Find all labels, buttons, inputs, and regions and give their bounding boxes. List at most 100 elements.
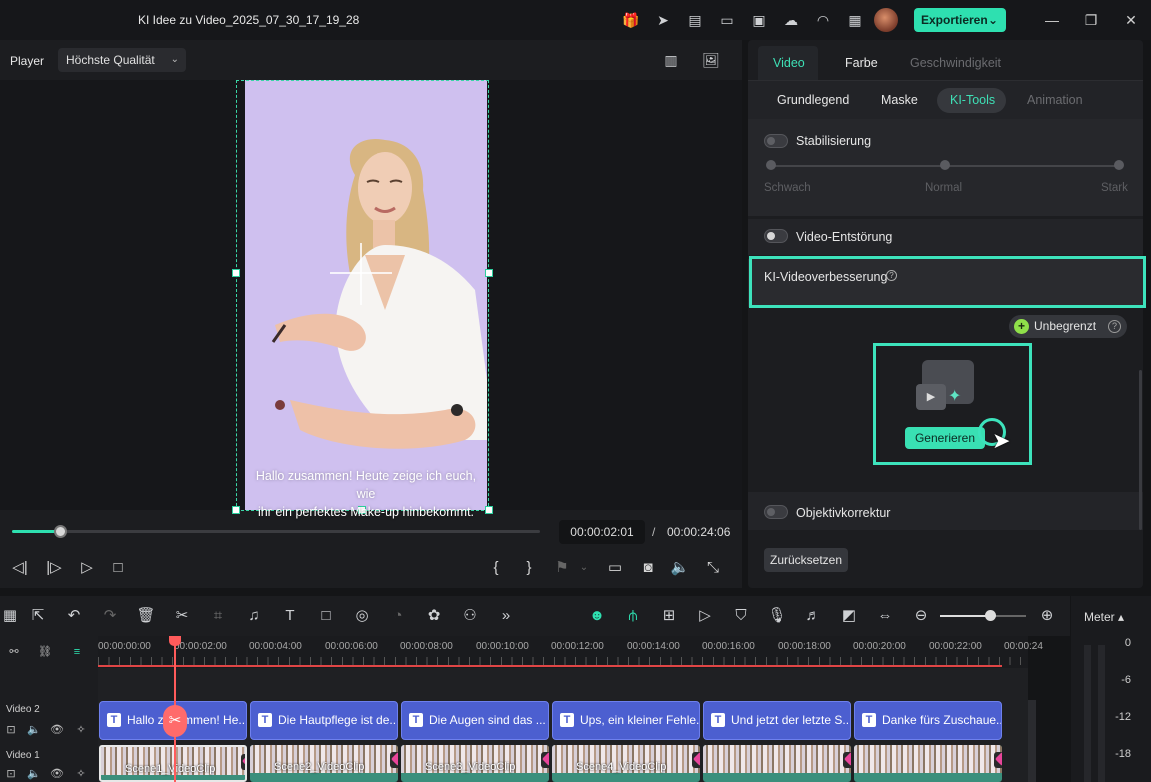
avatar[interactable] [874, 8, 898, 32]
speed-ramp-icon[interactable]: ◩ [839, 606, 859, 626]
cut-icon[interactable]: ✂ [172, 606, 192, 626]
meter-dropdown[interactable]: Meter ▴ [1084, 610, 1124, 624]
stop-icon[interactable]: □ [108, 558, 128, 578]
play-icon[interactable]: ▷ [77, 558, 97, 578]
shape-icon[interactable]: □ [316, 606, 336, 626]
speaker-icon[interactable]: 🔈 [27, 723, 41, 737]
gift-icon[interactable]: 🎁 [622, 11, 640, 29]
resize-handle-bottom-left[interactable] [232, 506, 240, 514]
playhead-handle[interactable] [169, 636, 181, 646]
cloud-icon[interactable]: ☁ [782, 11, 800, 29]
zoom-out-icon[interactable]: ⊖ [911, 606, 931, 626]
quality-select[interactable]: Höchste Qualität ⌄ [58, 48, 186, 72]
fullscreen-icon[interactable]: ⤡ [703, 558, 723, 578]
ai-assistant-icon[interactable]: ☻ [587, 606, 607, 626]
crop-icon[interactable]: ⌗ [208, 606, 228, 626]
resize-handle-right[interactable] [485, 269, 493, 277]
tab-video[interactable]: Video [773, 55, 805, 71]
slider-dot-weak[interactable] [766, 160, 776, 170]
title-clip[interactable]: T Danke fürs Zuschaue... [854, 701, 1002, 740]
next-frame-icon[interactable]: |▷ [44, 558, 64, 578]
shield-icon[interactable]: ⛉ [731, 606, 751, 626]
help-icon[interactable]: ? [1108, 320, 1121, 333]
video-clip[interactable]: Scene1_VideoClip [99, 745, 247, 782]
progress-track[interactable] [12, 530, 540, 533]
eye-icon[interactable]: 👁 [50, 723, 64, 737]
tab-farbe[interactable]: Farbe [845, 55, 878, 71]
headset-icon[interactable]: ◠ [814, 11, 832, 29]
ai-tools-icon[interactable]: ⚇ [460, 606, 480, 626]
tab-geschwindigkeit[interactable]: Geschwindigkeit [910, 55, 1001, 71]
music-list-icon[interactable]: ♬ [803, 606, 823, 626]
slider-dot-strong[interactable] [1114, 160, 1124, 170]
subtab-ki-tools[interactable]: KI-Tools [950, 93, 995, 107]
subtab-grundlegend[interactable]: Grundlegend [777, 93, 849, 107]
properties-scrollbar[interactable] [1139, 370, 1142, 530]
objektiv-toggle[interactable] [764, 505, 788, 519]
color-icon[interactable]: ✿ [424, 606, 444, 626]
title-clip[interactable]: T Die Hautpflege ist de... [250, 701, 398, 740]
title-clip[interactable]: T Und jetzt der letzte S... [703, 701, 851, 740]
slider-dot-normal[interactable] [940, 160, 950, 170]
folder-icon[interactable]: ⊡ [4, 723, 18, 737]
speed-icon[interactable]: ◔ [388, 606, 408, 626]
select-tool-icon[interactable]: ⇱ [28, 606, 48, 626]
export-button[interactable]: Exportieren ⌄ [914, 8, 1006, 32]
subtab-animation[interactable]: Animation [1027, 93, 1083, 107]
reset-button[interactable]: Zurücksetzen [764, 548, 848, 572]
maximize-icon[interactable]: ❐ [1081, 10, 1101, 30]
save-icon[interactable]: ▣ [750, 11, 768, 29]
timeline-scrollbar[interactable] [1028, 700, 1036, 782]
stabilisierung-toggle[interactable] [764, 134, 788, 148]
subtab-maske[interactable]: Maske [881, 93, 918, 107]
title-clip[interactable]: T Die Augen sind das ... [401, 701, 549, 740]
progress-knob[interactable] [53, 525, 67, 538]
eye-icon[interactable]: 👁 [50, 767, 64, 781]
layout-icon[interactable]: ▭ [718, 11, 736, 29]
effects-icon[interactable]: ✧ [74, 723, 88, 737]
volume-icon[interactable]: 🔈 [670, 558, 690, 578]
close-icon[interactable]: ✕ [1121, 10, 1141, 30]
entstoerung-toggle[interactable] [764, 229, 788, 243]
video-clip[interactable] [854, 745, 1002, 782]
scissors-icon[interactable]: ✂ [163, 705, 187, 737]
image-icon[interactable]: 🖼 [702, 51, 720, 69]
selection-box[interactable] [236, 80, 489, 511]
ai-mask-icon[interactable]: ◎ [352, 606, 372, 626]
resize-handle-left[interactable] [232, 269, 240, 277]
minimize-icon[interactable]: — [1042, 10, 1062, 30]
track-settings-icon[interactable]: ≡ [70, 645, 84, 659]
send-icon[interactable]: ➤ [654, 11, 672, 29]
zoom-in-icon[interactable]: ⊕ [1037, 606, 1057, 626]
add-track-icon[interactable]: ⊞ [659, 606, 679, 626]
subtitle-text[interactable]: Hallo zusammen! Heute zeige ich euch, wi… [246, 467, 486, 521]
link-icon[interactable]: ⛓ [38, 645, 52, 659]
redo-icon[interactable]: ↷ [100, 606, 120, 626]
resize-handle-bottom-right[interactable] [485, 506, 493, 514]
display-icon[interactable]: ▭ [605, 558, 625, 578]
video-clip[interactable]: Scene2_VideoClip [250, 745, 398, 782]
unlimited-badge[interactable]: + Unbegrenzt ? [1009, 315, 1127, 338]
speaker-icon[interactable]: 🔈 [27, 767, 41, 781]
video-clip[interactable]: Scene4_VideoClip [552, 745, 700, 782]
mark-out-icon[interactable]: } [519, 558, 539, 578]
undo-icon[interactable]: ↶ [64, 606, 84, 626]
generate-button[interactable]: Generieren [905, 427, 985, 449]
fit-icon[interactable]: ⇔ [875, 606, 895, 626]
mark-in-icon[interactable]: { [486, 558, 506, 578]
template-icon[interactable]: ▤ [686, 11, 704, 29]
audio-icon[interactable]: ♫ [244, 606, 264, 626]
render-icon[interactable]: ▷ [695, 606, 715, 626]
split-icon[interactable]: ⫛ [623, 606, 643, 626]
unlink-icon[interactable]: ⚯ [7, 645, 21, 659]
effects-icon[interactable]: ✧ [74, 767, 88, 781]
text-tool-icon[interactable]: T [280, 606, 300, 626]
more-icon[interactable]: » [496, 606, 516, 626]
prev-frame-icon[interactable]: ◁| [10, 558, 30, 578]
layout-grid-icon[interactable]: ▦ [0, 606, 20, 626]
video-clip[interactable] [703, 745, 851, 782]
video-clip[interactable]: Scene3_VideoClip [401, 745, 549, 782]
delete-icon[interactable]: 🗑 [136, 606, 156, 626]
chevron-down-icon[interactable]: ⌄ [574, 558, 594, 578]
camera-icon[interactable]: ◙ [638, 558, 658, 578]
